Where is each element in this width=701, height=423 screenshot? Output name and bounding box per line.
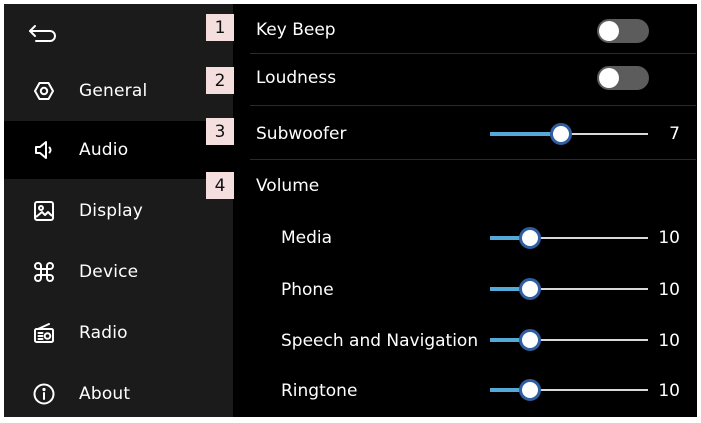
- divider: [250, 53, 696, 54]
- sidebar-item-display[interactable]: Display: [4, 182, 233, 240]
- sidebar: General Audio Display Device Radio About: [4, 4, 233, 417]
- back-arrow-icon: [29, 25, 56, 42]
- sidebar-item-label: Device: [79, 262, 139, 282]
- ringtone-volume-value: 10: [658, 381, 680, 401]
- callout-badge-4: 4: [206, 172, 234, 199]
- slider-thumb[interactable]: [518, 278, 541, 300]
- callout-badge-2: 2: [206, 67, 234, 94]
- divider: [250, 159, 696, 160]
- toggle-knob: [599, 68, 619, 88]
- sidebar-item-label: Radio: [79, 323, 128, 343]
- sidebar-item-label: About: [79, 384, 131, 404]
- speech-navigation-volume-label: Speech and Navigation: [281, 331, 479, 351]
- loudness-toggle[interactable]: [597, 66, 649, 90]
- subwoofer-slider[interactable]: [490, 122, 648, 146]
- slider-thumb[interactable]: [518, 227, 541, 249]
- sidebar-item-radio[interactable]: Radio: [4, 304, 233, 362]
- sidebar-item-about[interactable]: About: [4, 365, 233, 423]
- volume-label: Volume: [256, 176, 320, 196]
- sidebar-item-label: Audio: [79, 140, 129, 160]
- key-beep-toggle[interactable]: [597, 19, 649, 43]
- media-volume-value: 10: [658, 228, 680, 248]
- back-button[interactable]: [26, 20, 60, 46]
- audio-settings-screen: General Audio Display Device Radio About…: [4, 4, 697, 417]
- subwoofer-label: Subwoofer: [256, 124, 347, 144]
- sidebar-item-device[interactable]: Device: [4, 243, 233, 301]
- slider-thumb[interactable]: [550, 123, 573, 145]
- slider-thumb[interactable]: [518, 379, 541, 401]
- speech-navigation-volume-value: 10: [658, 331, 680, 351]
- info-icon: [31, 381, 57, 407]
- phone-volume-slider[interactable]: [490, 277, 648, 301]
- phone-volume-value: 10: [658, 280, 680, 300]
- ringtone-volume-label: Ringtone: [281, 381, 358, 401]
- speech-navigation-volume-slider[interactable]: [490, 328, 648, 352]
- radio-icon: [31, 320, 57, 346]
- speaker-icon: [31, 137, 57, 163]
- callout-badge-3: 3: [206, 118, 234, 145]
- callout-badge-1: 1: [206, 14, 234, 41]
- subwoofer-value: 7: [669, 124, 680, 144]
- ringtone-volume-slider[interactable]: [490, 378, 648, 402]
- image-icon: [31, 198, 57, 224]
- general-icon: [31, 78, 57, 104]
- divider: [250, 105, 696, 106]
- sidebar-item-audio[interactable]: Audio: [4, 121, 233, 179]
- sidebar-item-label: General: [79, 81, 148, 101]
- media-volume-label: Media: [281, 228, 333, 248]
- sidebar-item-label: Display: [79, 201, 144, 221]
- loudness-label: Loudness: [256, 68, 337, 88]
- command-icon: [31, 259, 57, 285]
- sidebar-item-general[interactable]: General: [4, 62, 233, 120]
- media-volume-slider[interactable]: [490, 226, 648, 250]
- slider-thumb[interactable]: [518, 329, 541, 351]
- phone-volume-label: Phone: [281, 280, 334, 300]
- toggle-knob: [599, 21, 619, 41]
- key-beep-label: Key Beep: [256, 20, 336, 40]
